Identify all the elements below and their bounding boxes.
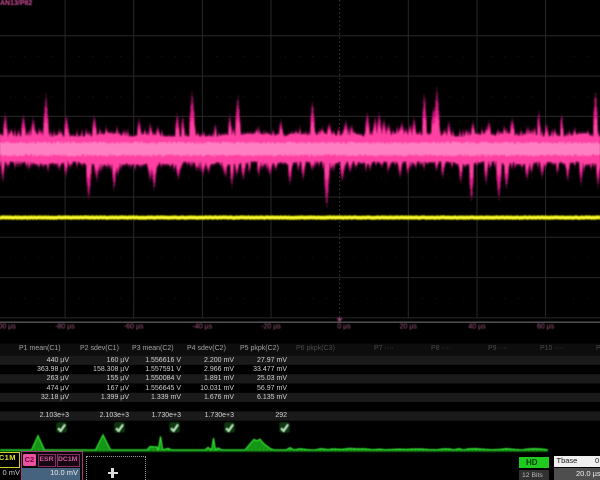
svg-text:-100 µs: -100 µs [0,323,16,330]
svg-text:-20 µs: -20 µs [261,323,281,330]
svg-text:-40 µs: -40 µs [192,323,212,330]
svg-text:60 µs: 60 µs [537,323,555,330]
svg-text:-60 µs: -60 µs [124,323,144,330]
svg-text:AN13/P82: AN13/P82 [0,0,32,7]
svg-text:-80 µs: -80 µs [55,323,75,330]
svg-text:0 µs: 0 µs [337,323,351,330]
svg-text:20 µs: 20 µs [400,323,418,330]
svg-text:40 µs: 40 µs [468,323,486,330]
